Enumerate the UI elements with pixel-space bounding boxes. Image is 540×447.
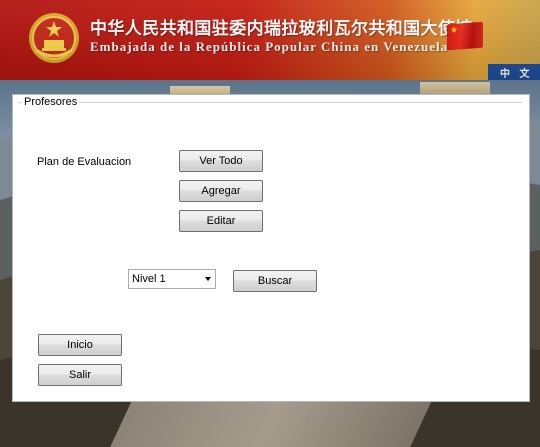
nivel-select-value: Nivel 1 [132, 273, 166, 285]
salir-button[interactable]: Salir [38, 364, 122, 386]
agregar-button[interactable]: Agregar [179, 180, 263, 202]
profesores-panel: Profesores Plan de Evaluacion Ver Todo A… [12, 94, 530, 402]
embassy-title-spanish: Embajada de la República Popular China e… [90, 39, 449, 54]
profesores-groupbox-border [18, 102, 522, 104]
chevron-down-icon [205, 277, 211, 281]
embassy-title-chinese: 中华人民共和国驻委内瑞拉玻利瓦尔共和国大使馆 [90, 19, 473, 39]
national-emblem-icon [29, 13, 79, 63]
language-strip [488, 64, 540, 80]
china-flag-icon: ★ [447, 21, 483, 51]
profesores-group-title: Profesores [22, 96, 80, 108]
chinese-language-link[interactable]: 中 文 [500, 65, 532, 80]
wall-walkway [106, 396, 434, 447]
editar-button[interactable]: Editar [179, 210, 263, 232]
nivel-select[interactable]: Nivel 1 [128, 269, 216, 289]
plan-evaluacion-label: Plan de Evaluacion [37, 156, 132, 168]
header-banner: 中华人民共和国驻委内瑞拉玻利瓦尔共和国大使馆 Embajada de la Re… [0, 0, 540, 80]
buscar-button[interactable]: Buscar [233, 270, 317, 292]
ver-todo-button[interactable]: Ver Todo [179, 150, 263, 172]
inicio-button[interactable]: Inicio [38, 334, 122, 356]
